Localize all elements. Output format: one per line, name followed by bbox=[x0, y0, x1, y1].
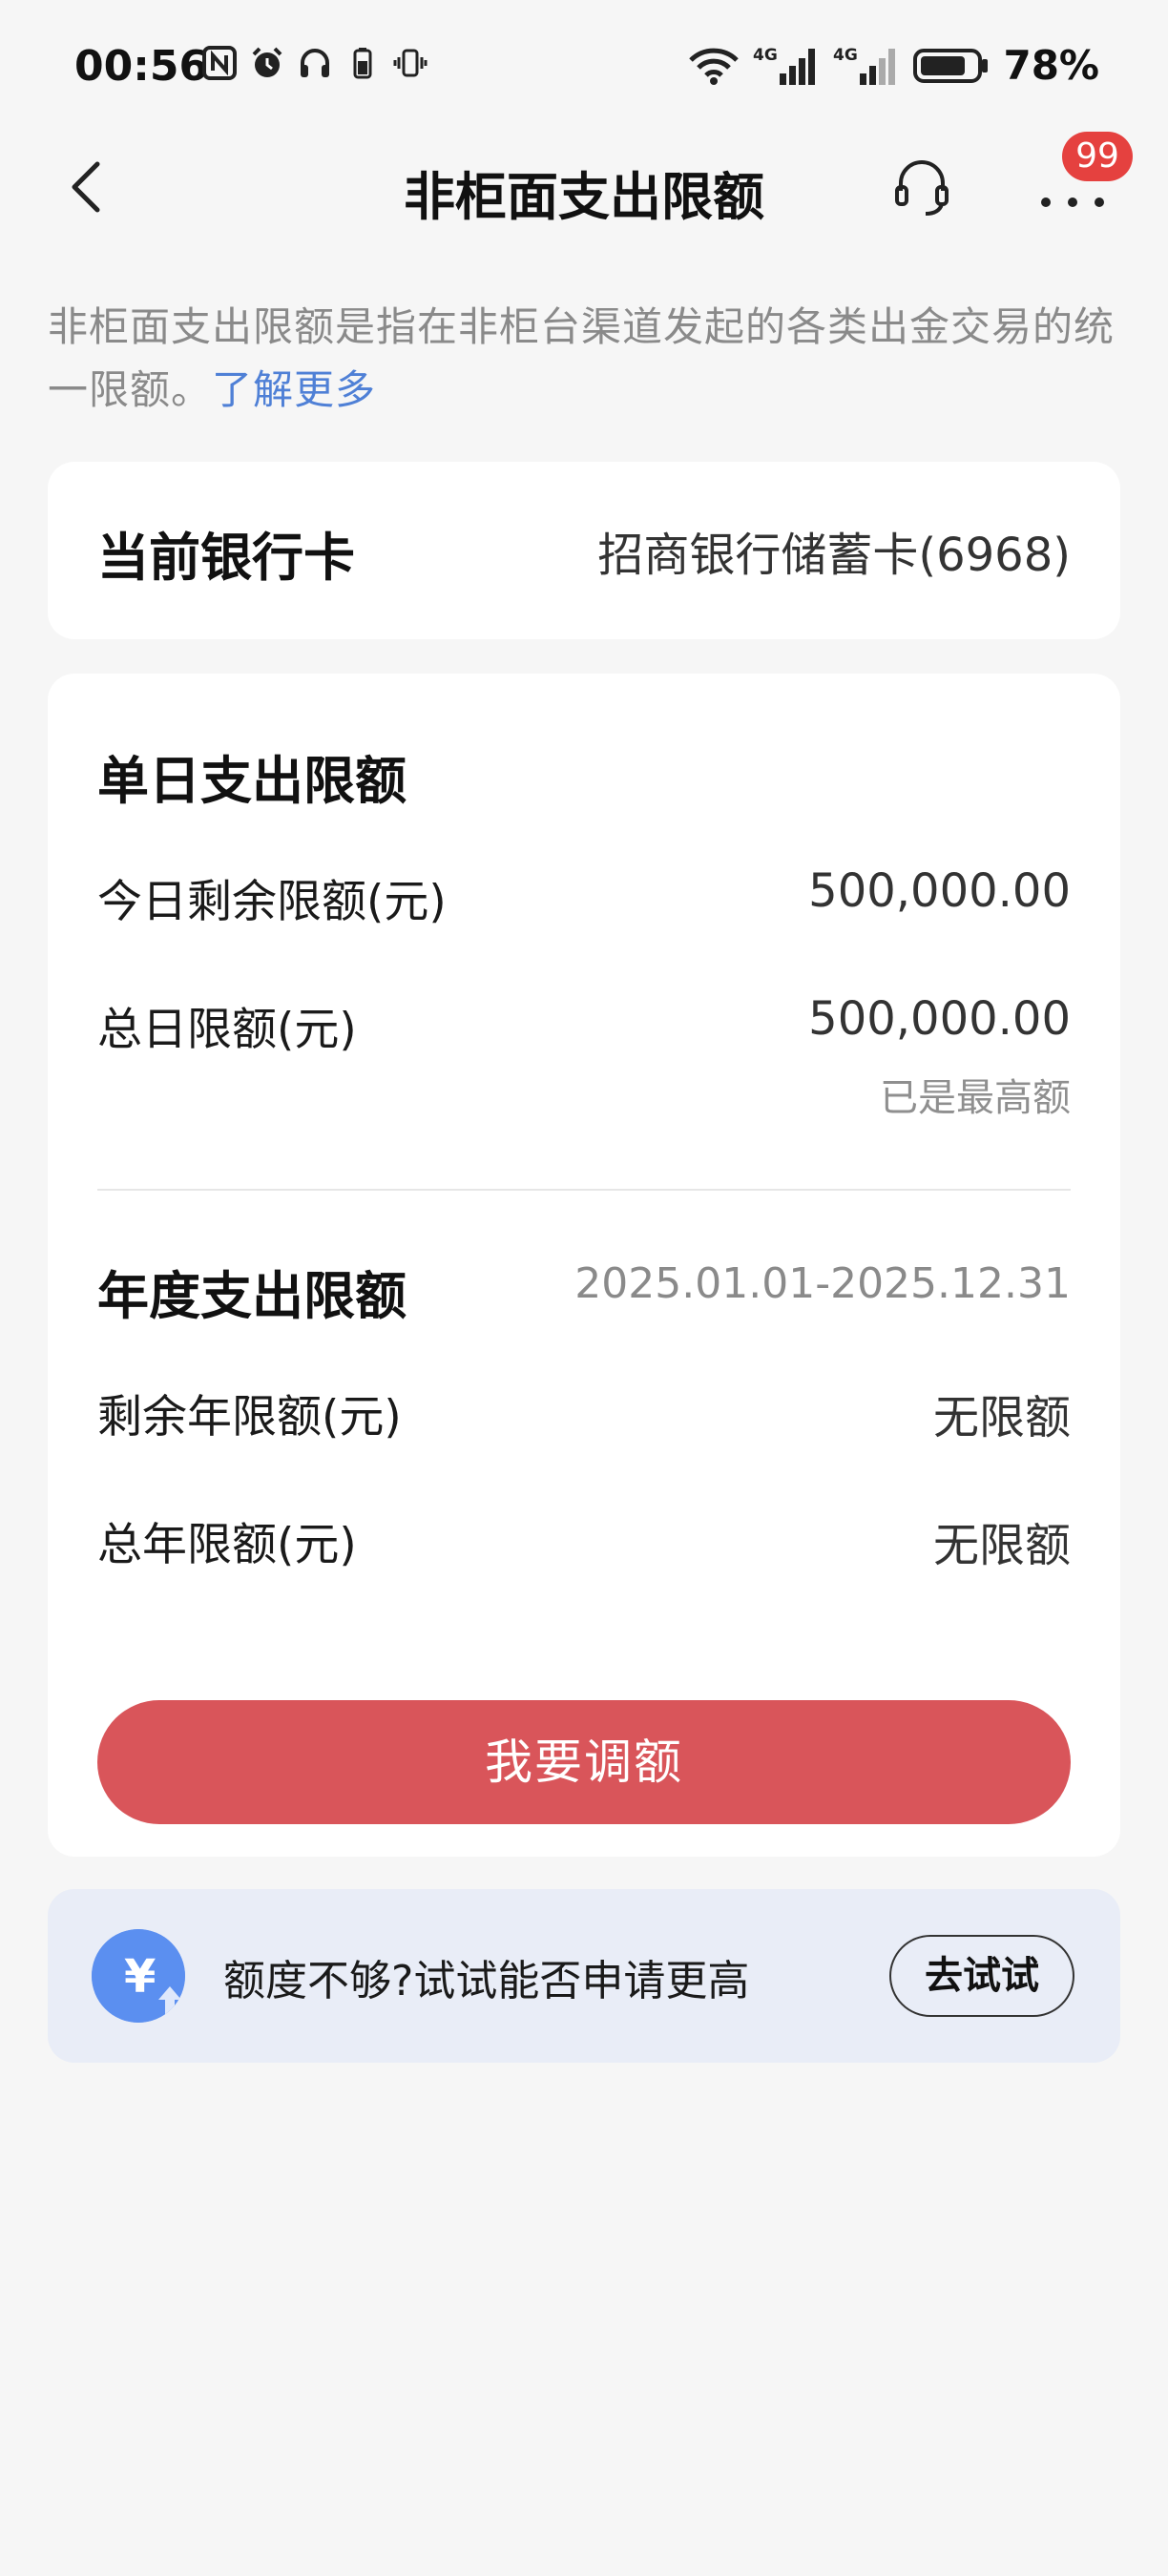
network-1-label: 4G bbox=[753, 46, 778, 65]
learn-more-link[interactable]: 了解更多 bbox=[212, 366, 376, 413]
headphones-icon bbox=[301, 49, 329, 77]
page-title: 非柜面支出限额 bbox=[404, 167, 764, 227]
alarm-icon bbox=[252, 47, 282, 77]
intro-description: 非柜面支出限额是指在非柜台渠道发起的各类出金交易的统一限额。 bbox=[48, 303, 1116, 413]
yuan-up-icon: ¥ bbox=[92, 1929, 185, 2023]
current-card-label: 当前银行卡 bbox=[97, 528, 355, 588]
status-left-icons bbox=[202, 46, 428, 80]
notification-badge: 99 bbox=[1062, 132, 1133, 181]
current-card-row[interactable]: 当前银行卡 招商银行储蓄卡(6968) bbox=[48, 462, 1120, 639]
signal-4g-2-icon: 4G bbox=[833, 46, 896, 85]
daily-total-value: 500,000.00 bbox=[808, 992, 1071, 1046]
nav-bar: 非柜面支出限额 bbox=[0, 134, 1168, 239]
battery-percent: 78% bbox=[1003, 42, 1099, 89]
limits-card: 单日支出限额 今日剩余限额(元) 500,000.00 总日限额(元) 500,… bbox=[48, 674, 1120, 1857]
annual-limit-title: 年度支出限额 bbox=[97, 1266, 407, 1326]
nfc-icon bbox=[202, 46, 237, 80]
signal-4g-1-icon: 4G bbox=[753, 46, 816, 85]
yuan-symbol: ¥ bbox=[124, 1950, 156, 2004]
vibrate-icon bbox=[393, 49, 428, 77]
annual-remaining-value: 无限额 bbox=[932, 1391, 1071, 1444]
current-card-value: 招商银行储蓄卡(6968) bbox=[597, 529, 1071, 582]
try-button[interactable]: 去试试 bbox=[889, 1935, 1074, 2017]
battery-small-icon bbox=[353, 48, 372, 79]
promo-banner: ¥ 额度不够?试试能否申请更高 去试试 bbox=[48, 1889, 1120, 2063]
section-divider bbox=[97, 1189, 1071, 1191]
annual-total-label: 总年限额(元) bbox=[97, 1519, 357, 1571]
battery-icon bbox=[913, 48, 989, 83]
adjust-limit-button[interactable]: 我要调额 bbox=[97, 1700, 1071, 1824]
wifi-icon bbox=[689, 48, 740, 85]
status-bar: 00:56 4G 4G 78% bbox=[0, 0, 1168, 134]
annual-date-range: 2025.01.01-2025.12.31 bbox=[574, 1259, 1071, 1308]
daily-total-label: 总日限额(元) bbox=[97, 1004, 357, 1056]
daily-remaining-value: 500,000.00 bbox=[808, 864, 1071, 918]
daily-total-note: 已是最高额 bbox=[880, 1076, 1071, 1120]
annual-total-value: 无限额 bbox=[932, 1519, 1071, 1572]
daily-limit-title: 单日支出限额 bbox=[97, 751, 407, 811]
network-2-label: 4G bbox=[833, 46, 858, 65]
daily-remaining-label: 今日剩余限额(元) bbox=[97, 876, 447, 928]
status-time: 00:56 bbox=[74, 42, 209, 91]
promo-text: 额度不够?试试能否申请更高 bbox=[223, 1957, 750, 2005]
status-right-icons: 4G 4G 78% bbox=[688, 42, 1099, 89]
intro-text: 非柜面支出限额是指在非柜台渠道发起的各类出金交易的统一限额。了解更多 bbox=[48, 296, 1126, 422]
annual-remaining-label: 剩余年限额(元) bbox=[97, 1391, 402, 1444]
customer-service-icon[interactable] bbox=[891, 156, 952, 218]
